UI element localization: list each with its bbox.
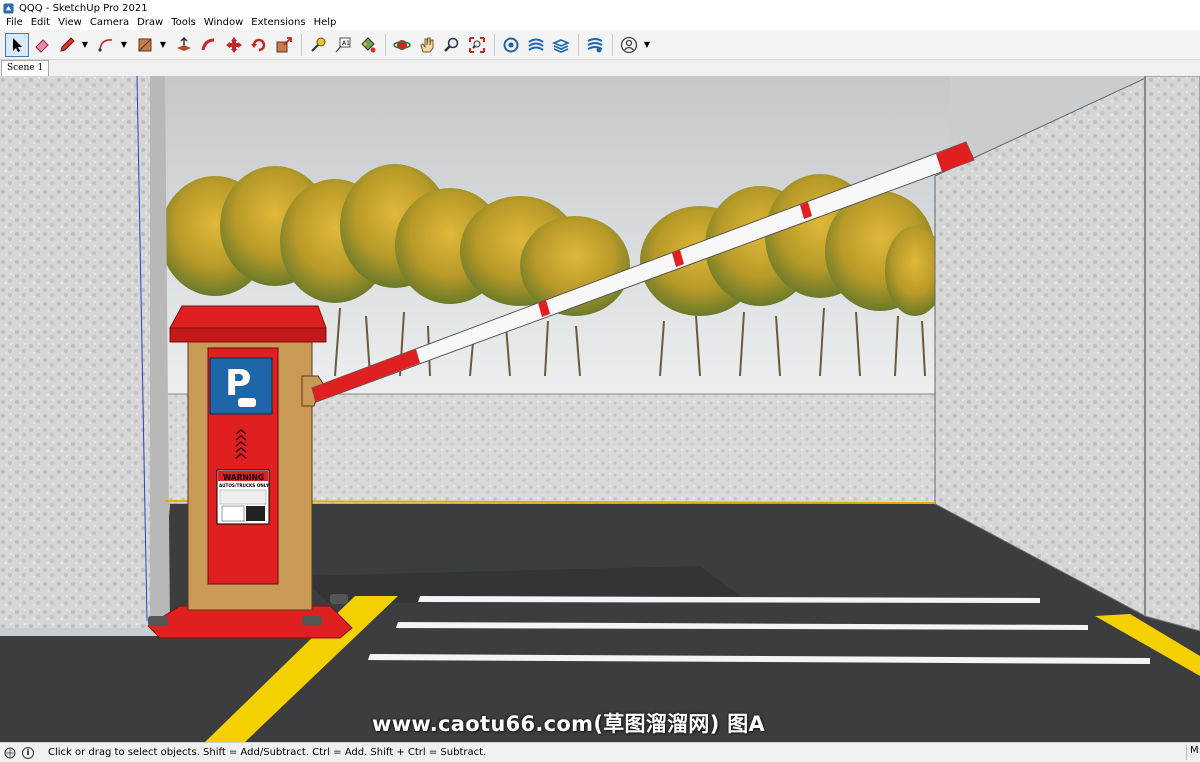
arc-icon (98, 38, 113, 52)
zoom-tool-button[interactable] (440, 33, 464, 57)
move-icon (226, 36, 242, 53)
push-pull-tool-button[interactable] (172, 33, 196, 57)
menu-view[interactable]: View (54, 16, 86, 30)
svg-text:A1: A1 (342, 40, 350, 47)
menu-file[interactable]: File (2, 16, 27, 30)
rectangle-tool-button[interactable] (133, 33, 157, 57)
orbit-tool-button[interactable] (390, 33, 414, 57)
scale-tool-button[interactable] (272, 33, 296, 57)
info-icon[interactable]: i (22, 746, 34, 759)
extension-warehouse-button[interactable] (524, 33, 548, 57)
arc-tool-button[interactable] (94, 33, 118, 57)
parking-sign-letter: P (225, 363, 251, 404)
paint-bucket-tool-button[interactable] (356, 33, 380, 57)
text-tool-button[interactable]: A1 (331, 33, 355, 57)
status-text: Click or drag to select objects. Shift =… (48, 747, 487, 758)
warning-subtitle: AUTOS/TRUCKS ONLY (219, 483, 270, 488)
toolbar-separator (612, 33, 613, 56)
rectangle-icon (138, 38, 152, 51)
title-bar: QQQ - SketchUp Pro 2021 (0, 0, 1200, 16)
right-pillar (1144, 76, 1200, 632)
pencil-tool-button[interactable] (55, 33, 79, 57)
move-tool-button[interactable] (222, 33, 246, 57)
toolbar-separator (494, 33, 495, 56)
profile-dropdown[interactable]: ▼ (642, 33, 652, 57)
shapes-dropdown[interactable]: ▼ (158, 33, 168, 57)
menu-draw[interactable]: Draw (133, 16, 167, 30)
scene-tabs: Scene 1 (0, 60, 1200, 76)
pan-icon (420, 37, 434, 52)
profile-icon (620, 36, 638, 53)
pencil-dropdown[interactable]: ▼ (80, 33, 90, 57)
3d-warehouse-icon (503, 37, 519, 52)
menu-extensions[interactable]: Extensions (247, 16, 309, 30)
toolbar-separator (385, 33, 386, 56)
push-pull-icon (177, 36, 191, 51)
orbit-icon (393, 39, 411, 50)
warning-title: WARNING (223, 473, 264, 482)
viewport-scene: P WARNING AUTOS/TRUCKS ONLY (0, 76, 1200, 742)
menu-edit[interactable]: Edit (27, 16, 54, 30)
scale-icon (276, 36, 292, 52)
follow-me-tool-button[interactable] (197, 33, 221, 57)
paint-bucket-icon (361, 36, 376, 52)
3d-viewport[interactable]: P WARNING AUTOS/TRUCKS ONLY (0, 76, 1200, 742)
geo-location-icon[interactable] (4, 747, 16, 759)
toolbar: ▼ ▼ ▼ A1 ▼ (0, 30, 1200, 60)
booth-roof (169, 305, 327, 329)
status-bar: i Click or drag to select objects. Shift… (0, 742, 1200, 762)
menu-bar: File Edit View Camera Draw Tools Window … (0, 16, 1200, 30)
select-icon (13, 37, 22, 52)
menu-camera[interactable]: Camera (86, 16, 133, 30)
zoom-extents-icon (469, 36, 485, 53)
3d-warehouse-button[interactable] (499, 33, 523, 57)
extension-manager-icon (587, 37, 603, 52)
menu-help[interactable]: Help (310, 16, 341, 30)
extension-manager-button[interactable] (583, 33, 607, 57)
menu-window[interactable]: Window (200, 16, 247, 30)
tape-measure-tool-button[interactable] (306, 33, 330, 57)
layout-button[interactable] (549, 33, 573, 57)
profile-button[interactable] (617, 33, 641, 57)
left-pillar (0, 76, 150, 628)
tape-measure-icon (311, 37, 326, 52)
pencil-icon (60, 36, 75, 52)
zoom-icon (444, 37, 459, 52)
measurements-box[interactable]: M (1186, 745, 1200, 760)
rotate-icon (251, 38, 266, 51)
layout-icon (552, 38, 570, 53)
eraser-tool-button[interactable] (30, 33, 54, 57)
text-icon: A1 (335, 37, 351, 52)
select-tool-button[interactable] (5, 32, 29, 57)
follow-me-icon (201, 38, 215, 50)
toolbar-separator (578, 33, 579, 56)
sketchup-logo-icon (3, 2, 14, 14)
eraser-icon (35, 38, 49, 53)
menu-tools[interactable]: Tools (167, 16, 200, 30)
pan-tool-button[interactable] (415, 33, 439, 57)
extension-warehouse-icon (528, 38, 544, 51)
toolbar-separator (301, 33, 302, 56)
arc-dropdown[interactable]: ▼ (119, 33, 129, 57)
zoom-extents-tool-button[interactable] (465, 33, 489, 57)
watermark-text: www.caotu66.com(草图溜溜网) 图A (372, 712, 766, 736)
scene-tab[interactable]: Scene 1 (1, 60, 50, 76)
rotate-tool-button[interactable] (247, 33, 271, 57)
window-title: QQQ - SketchUp Pro 2021 (19, 2, 148, 14)
